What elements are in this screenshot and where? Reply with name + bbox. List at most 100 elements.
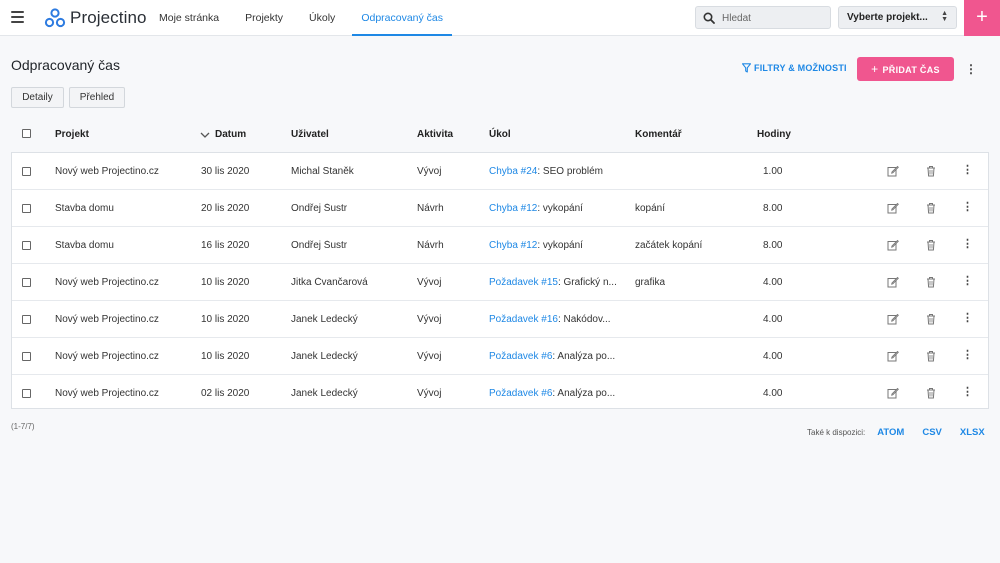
cell-activity: Návrh	[417, 203, 444, 214]
project-select[interactable]: Vyberte projekt... ▲ ▼	[838, 6, 957, 29]
edit-icon[interactable]	[887, 350, 899, 362]
column-header-comment[interactable]: Komentář	[635, 129, 682, 140]
row-checkbox[interactable]	[22, 352, 31, 361]
projectino-logo-icon	[44, 8, 66, 28]
trash-icon[interactable]	[925, 165, 937, 177]
task-link[interactable]: Požadavek #16	[489, 314, 558, 325]
cell-activity: Vývoj	[417, 166, 442, 177]
cell-project[interactable]: Stavba domu	[55, 203, 195, 214]
more-vertical-icon[interactable]: ⋮	[962, 164, 973, 176]
cell-date: 10 lis 2020	[201, 277, 250, 288]
more-vertical-icon[interactable]: ⋮	[962, 275, 973, 287]
cell-activity: Vývoj	[417, 388, 442, 399]
cell-user[interactable]: Ondřej Šustr	[291, 203, 347, 214]
row-checkbox[interactable]	[22, 315, 31, 324]
column-header-date[interactable]: Datum	[215, 129, 246, 140]
hamburger-icon[interactable]	[11, 11, 24, 23]
row-checkbox[interactable]	[22, 167, 31, 176]
trash-icon[interactable]	[925, 202, 937, 214]
cell-task: Požadavek #6: Analýza po...	[489, 351, 621, 362]
more-vertical-icon[interactable]: ⋮	[962, 349, 973, 361]
cell-project[interactable]: Nový web Projectino.cz	[55, 166, 195, 177]
more-vertical-icon[interactable]: ⋮	[962, 238, 973, 250]
task-link[interactable]: Požadavek #15	[489, 277, 558, 288]
tab-details[interactable]: Detaily	[11, 87, 64, 108]
edit-icon[interactable]	[887, 239, 899, 251]
cell-user[interactable]: Janek Ledecký	[291, 388, 358, 399]
cell-comment: grafika	[635, 277, 666, 288]
task-link[interactable]: Chyba #24	[489, 166, 537, 177]
cell-hours: 8.00	[763, 203, 783, 214]
edit-icon[interactable]	[887, 276, 899, 288]
add-time-button[interactable]: + PŘIDAT ČAS	[857, 57, 954, 81]
edit-icon[interactable]	[887, 313, 899, 325]
more-vertical-icon[interactable]: ⋮	[965, 62, 977, 76]
table-row: Stavba domu 16 lis 2020 Ondřej Šustr Náv…	[12, 227, 988, 264]
export-xlsx-link[interactable]: XLSX	[960, 427, 985, 438]
edit-icon[interactable]	[887, 202, 899, 214]
export-csv-link[interactable]: CSV	[922, 427, 942, 438]
cell-project[interactable]: Nový web Projectino.cz	[55, 314, 195, 325]
task-link[interactable]: Chyba #12	[489, 203, 537, 214]
trash-icon[interactable]	[925, 387, 937, 399]
row-checkbox[interactable]	[22, 241, 31, 250]
top-bar: Projectino Moje stránka Projekty Úkoly O…	[0, 0, 1000, 36]
cell-user[interactable]: Janek Ledecký	[291, 314, 358, 325]
page-title: Odpracovaný čas	[11, 57, 120, 73]
cell-date: 10 lis 2020	[201, 351, 250, 362]
cell-project[interactable]: Nový web Projectino.cz	[55, 277, 195, 288]
table-row: Nový web Projectino.cz 02 lis 2020 Janek…	[12, 375, 988, 412]
trash-icon[interactable]	[925, 313, 937, 325]
main-nav: Moje stránka Projekty Úkoly Odpracovaný …	[150, 0, 452, 36]
cell-project[interactable]: Stavba domu	[55, 240, 195, 251]
cell-project[interactable]: Nový web Projectino.cz	[55, 388, 195, 399]
more-vertical-icon[interactable]: ⋮	[962, 386, 973, 398]
trash-icon[interactable]	[925, 239, 937, 251]
task-link[interactable]: Chyba #12	[489, 240, 537, 251]
cell-user[interactable]: Jitka Čvančarová	[291, 277, 368, 288]
edit-icon[interactable]	[887, 387, 899, 399]
column-header-hours[interactable]: Hodiny	[757, 129, 791, 140]
search-input[interactable]	[722, 10, 826, 26]
cell-task: Chyba #12: vykopání	[489, 203, 621, 214]
nav-projects[interactable]: Projekty	[236, 0, 292, 36]
trash-icon[interactable]	[925, 276, 937, 288]
nav-my-page[interactable]: Moje stránka	[150, 0, 228, 36]
filters-button[interactable]: FILTRY & MOŽNOSTI	[742, 63, 847, 73]
more-vertical-icon[interactable]: ⋮	[962, 312, 973, 324]
export-atom-link[interactable]: ATOM	[877, 427, 904, 438]
row-checkbox[interactable]	[22, 389, 31, 398]
trash-icon[interactable]	[925, 350, 937, 362]
cell-task: Požadavek #16: Nakódov...	[489, 314, 621, 325]
cell-date: 30 lis 2020	[201, 166, 250, 177]
cell-hours: 4.00	[763, 314, 783, 325]
quick-add-button[interactable]: +	[964, 0, 1000, 36]
cell-activity: Vývoj	[417, 351, 442, 362]
column-header-activity[interactable]: Aktivita	[417, 129, 453, 140]
task-link[interactable]: Požadavek #6	[489, 388, 552, 399]
column-header-user[interactable]: Uživatel	[291, 129, 329, 140]
cell-activity: Vývoj	[417, 314, 442, 325]
cell-user[interactable]: Janek Ledecký	[291, 351, 358, 362]
column-header-project[interactable]: Projekt	[55, 129, 89, 140]
column-header-task[interactable]: Úkol	[489, 129, 511, 140]
row-checkbox[interactable]	[22, 204, 31, 213]
cell-user[interactable]: Ondřej Šustr	[291, 240, 347, 251]
more-vertical-icon[interactable]: ⋮	[962, 201, 973, 213]
search-icon	[703, 12, 715, 24]
edit-icon[interactable]	[887, 165, 899, 177]
cell-user[interactable]: Michal Staněk	[291, 166, 354, 177]
cell-project[interactable]: Nový web Projectino.cz	[55, 351, 195, 362]
row-checkbox[interactable]	[22, 278, 31, 287]
logo[interactable]: Projectino	[44, 7, 147, 29]
cell-comment: kopání	[635, 203, 666, 214]
tab-overview[interactable]: Přehled	[69, 87, 125, 108]
cell-hours: 4.00	[763, 351, 783, 362]
cell-date: 10 lis 2020	[201, 314, 250, 325]
project-select-value: Vyberte projekt...	[847, 12, 928, 23]
task-link[interactable]: Požadavek #6	[489, 351, 552, 362]
nav-tasks[interactable]: Úkoly	[300, 0, 344, 36]
nav-time-entries[interactable]: Odpracovaný čas	[352, 0, 452, 36]
task-title: : Analýza po...	[552, 351, 616, 362]
select-all-checkbox[interactable]	[22, 129, 31, 138]
